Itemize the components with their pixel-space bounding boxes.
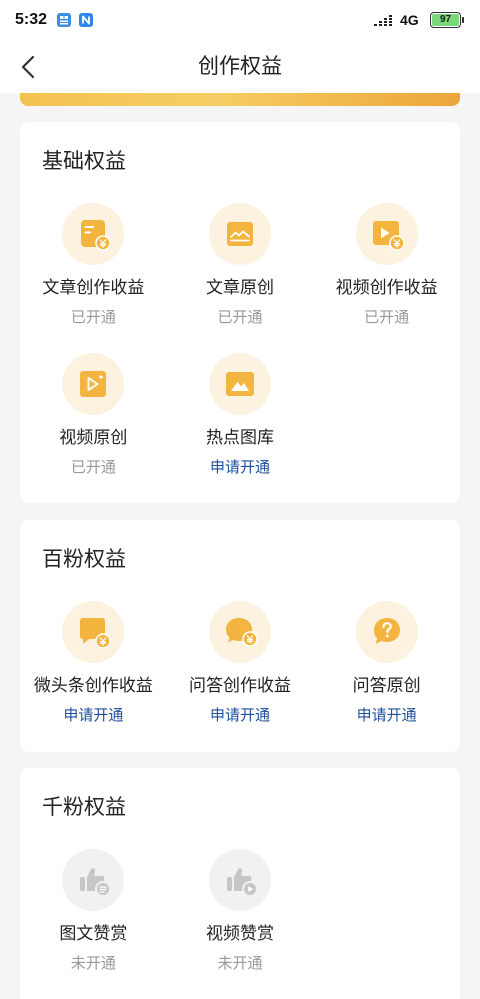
benefit-label: 文章创作收益 [42,278,145,297]
benefit-status: 已开通 [70,459,116,476]
benefit-item-article-income[interactable]: 文章创作收益 已开通 [20,203,167,329]
benefit-status: 已开通 [364,309,410,326]
benefit-item-image-gallery[interactable]: 热点图库 申请开通 [167,353,314,479]
banner-card-edge [20,93,460,106]
benefit-grid: 图文赞赏 未开通 视频赞赏 未开通 [20,849,460,975]
benefit-status: 已开通 [70,309,116,326]
benefit-label: 视频创作收益 [335,278,438,297]
apply-link[interactable]: 申请开通 [210,705,270,727]
benefit-item-article-reward[interactable]: 图文赞赏 未开通 [20,849,167,975]
image-gallery-icon [208,353,271,415]
benefit-label: 问答创作收益 [188,676,291,695]
micro-post-income-icon [62,601,125,663]
section-basic-benefits: 基础权益 文章创作收益 已开通 文章原创 已开通 视频创作收益 已开通 视频原创… [20,122,460,503]
video-reward-icon [208,849,271,911]
battery-level: 97 [432,14,459,26]
creator-benefits-page: 5:32 4G 97 创作权益 基础权益 文章创作收益 已开通 文章原创 已开通… [0,0,480,999]
apply-link[interactable]: 申请开通 [357,705,417,727]
section-thousand-fans-benefits: 千粉权益 图文赞赏 未开通 视频赞赏 未开通 [20,768,460,999]
battery-icon: 97 [430,12,461,28]
benefit-item-qa-income[interactable]: 问答创作收益 申请开通 [167,601,314,727]
benefit-status: 未开通 [217,955,263,972]
apply-link[interactable]: 申请开通 [63,705,123,727]
benefit-label: 视频原创 [59,428,128,447]
video-original-icon [62,353,125,415]
benefit-label: 热点图库 [205,428,274,447]
status-bar: 5:32 4G 97 [0,0,480,40]
page-title: 创作权益 [198,55,282,78]
chevron-left-icon [21,55,35,79]
benefit-status: 已开通 [217,309,263,326]
benefit-item-micro-post-income[interactable]: 微头条创作收益 申请开通 [20,601,167,727]
benefit-label: 图文赞赏 [59,924,128,943]
article-reward-icon [62,849,125,911]
apply-link[interactable]: 申请开通 [210,457,270,479]
section-title: 千粉权益 [42,796,126,819]
benefit-item-video-original[interactable]: 视频原创 已开通 [20,353,167,479]
qa-original-icon [355,601,418,663]
benefit-item-video-reward[interactable]: 视频赞赏 未开通 [167,849,314,975]
back-button[interactable] [16,53,42,81]
app-notification-icon [57,13,71,27]
article-income-icon [62,203,125,265]
benefit-item-article-original[interactable]: 文章原创 已开通 [167,203,314,329]
n-app-icon [79,13,93,27]
qa-income-icon [208,601,271,663]
benefit-item-video-income[interactable]: 视频创作收益 已开通 [313,203,460,329]
benefit-grid: 文章创作收益 已开通 文章原创 已开通 视频创作收益 已开通 视频原创 已开通 … [20,203,460,479]
benefit-label: 微头条创作收益 [33,676,153,695]
benefit-grid: 微头条创作收益 申请开通 问答创作收益 申请开通 问答原创 申请开通 [20,601,460,727]
battery-cap [462,17,464,23]
signal-icon [374,13,396,27]
video-income-icon [355,203,418,265]
section-hundred-fans-benefits: 百粉权益 微头条创作收益 申请开通 问答创作收益 申请开通 问答原创 申请开通 [20,520,460,752]
nav-bar: 创作权益 [0,40,480,93]
section-title: 基础权益 [42,150,126,173]
benefit-label: 问答原创 [352,676,421,695]
article-original-icon [208,203,271,265]
status-time: 5:32 [15,11,48,28]
benefit-status: 未开通 [70,955,116,972]
section-title: 百粉权益 [42,548,126,571]
network-type-label: 4G [400,12,419,28]
benefit-item-qa-original[interactable]: 问答原创 申请开通 [313,601,460,727]
benefit-label: 视频赞赏 [205,924,274,943]
benefit-label: 文章原创 [205,278,274,297]
